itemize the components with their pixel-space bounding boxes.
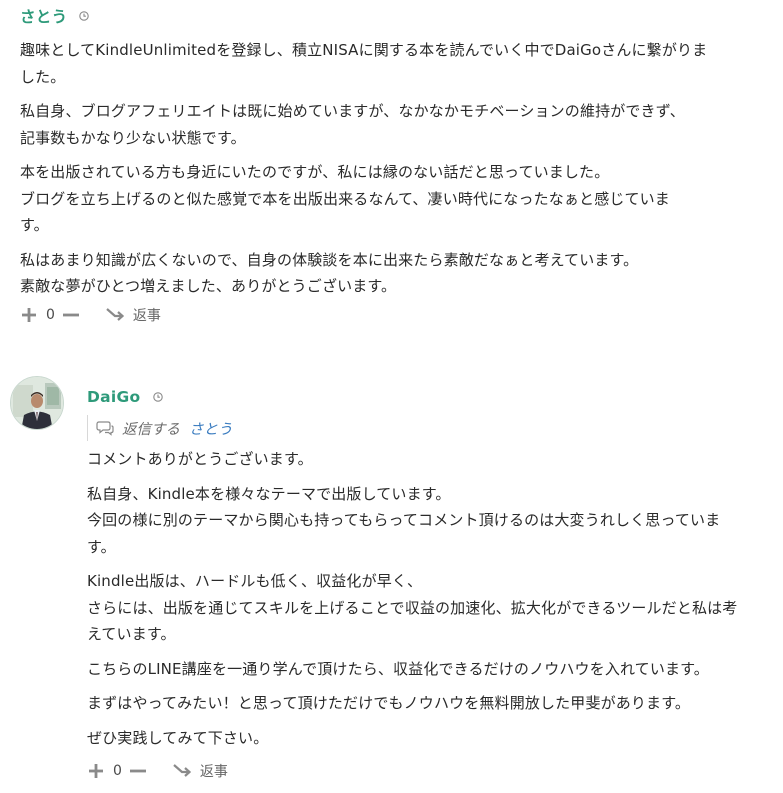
reply-to-author-link[interactable]: さとう [189,418,233,439]
upvote-button[interactable] [20,306,38,324]
comment-paragraph: ぜひ実践してみて下さい。 [87,728,269,747]
downvote-button[interactable] [129,762,147,780]
comment-header: DaiGo [87,384,777,410]
reply-arrow-icon [106,307,124,321]
reply-to-label: 返信する [122,421,180,438]
comment-body: コメントありがとうございます。 私自身、Kindle本を様々なテーマで出版してい… [87,446,777,751]
comment-paragraph: Kindle出版は、ハードルも低く、収益化が早く、 さらには、出版を通じてスキルを… [87,572,738,643]
downvote-button[interactable] [62,306,80,324]
comment-bubble-icon [96,421,114,436]
plus-icon [22,307,36,322]
avatar[interactable] [10,376,64,430]
comment-paragraph: 趣味としてKindleUnlimitedを登録し、積立NISAに関する本を読んで… [20,41,708,86]
plus-icon [89,764,103,778]
comment-header: さとう [20,0,773,32]
reply-button[interactable]: 返事 [173,761,228,781]
comment-body: 趣味としてKindleUnlimitedを登録し、積立NISAに関する本を読んで… [20,37,773,300]
comment-actions: 0 返事 [20,303,773,327]
comment-paragraph: 本を出版されている方も身近にいたのですが、私には縁のない話だと思っていました。ブ… [20,163,670,234]
comment-actions: 0 返事 [87,759,777,783]
minus-icon [62,313,79,316]
comment-satou: さとう 趣味としてKindleUnlimitedを登録し、積立NISAに関する本… [0,0,783,327]
comment-paragraph: 私自身、Kindle本を様々なテーマで出版しています。 今回の様に別のテーマから関… [87,484,721,556]
minus-icon [129,769,146,773]
comment-paragraph: 私自身、ブログアフェリエイトは既に始めていますが、なかなかモチベーションの維持が… [20,102,685,147]
comment-paragraph: 私はあまり知識が広くないので、自身の体験談を本に出来たら素敵だなぁと考えています… [20,250,639,296]
upvote-button[interactable] [87,762,105,780]
vote-count: 0 [46,306,55,323]
reply-label: 返事 [132,307,161,324]
reply-arrow-icon [173,764,191,777]
clock-icon[interactable] [152,392,163,402]
comment-author[interactable]: さとう [20,5,67,27]
comment-paragraph: コメントありがとうございます。 [87,450,313,468]
reply-button[interactable]: 返事 [106,305,161,325]
clock-icon[interactable] [79,11,90,21]
reply-label: 返事 [199,764,228,780]
comment-paragraph: こちらのLINE講座を一通り学んで頂けたら、収益化できるだけのノウハウを入れてい… [87,659,709,678]
vote-count: 0 [113,763,122,779]
comment-paragraph: まずはやってみたい！と思って頂けただけでもノウハウを無料開放した甲斐があります。 [87,694,691,712]
comment-author[interactable]: DaiGo [87,388,141,406]
reply-to-indicator: 返信する さとう [87,415,777,441]
comment-content: DaiGo 返信する さとう コメントありがとうございます。 私自身、Kindl… [87,384,777,783]
